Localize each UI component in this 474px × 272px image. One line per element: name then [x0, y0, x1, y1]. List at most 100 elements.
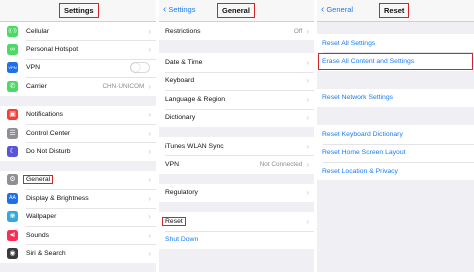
settings-item-label: Display & Brightness [26, 194, 89, 202]
section-gap [317, 22, 474, 34]
settings-item-display-brightness[interactable]: AA Display & Brightness › [0, 189, 156, 208]
reset-all-settings-button[interactable]: Reset All Settings [317, 34, 474, 53]
hotspot-icon: ∞ [7, 44, 18, 56]
general-item-regulatory[interactable]: Regulatory › [159, 183, 314, 203]
reset-home-screen-button[interactable]: Reset Home Screen Layout [317, 143, 474, 162]
general-title: General [217, 3, 255, 18]
general-item-vpn[interactable]: VPN Not Connected › [159, 155, 314, 174]
general-item-language-region[interactable]: Language & Region › [159, 90, 314, 109]
settings-navbar: Settings [0, 0, 156, 22]
settings-item-label: Notifications [26, 111, 64, 119]
section-gap [317, 70, 474, 89]
settings-item-label: Wallpaper [26, 213, 57, 221]
settings-group-notifications: ▣ Notifications › ☰ Control Center › ☾ D… [0, 105, 156, 161]
general-group-reset: Reset › Shut Down [159, 212, 314, 249]
phone-icon: ✆ [7, 80, 18, 92]
chevron-right-icon: › [306, 188, 309, 198]
chevron-right-icon: › [306, 160, 309, 170]
general-item-label: iTunes WLAN Sync [165, 142, 224, 150]
siri-icon: ◉ [7, 247, 18, 259]
general-navbar: ‹ Settings General [159, 0, 314, 22]
chevron-right-icon: › [306, 113, 309, 123]
settings-item-cellular[interactable]: ((·)) Cellular › [0, 22, 156, 41]
control-center-icon: ☰ [7, 127, 18, 139]
wallpaper-icon: ❀ [7, 211, 18, 223]
restrictions-value: Off [293, 27, 303, 35]
settings-item-personal-hotspot[interactable]: ∞ Personal Hotspot › [0, 40, 156, 59]
settings-item-label: Personal Hotspot [26, 46, 79, 54]
reset-group-settings: Reset All Settings Erase All Content and… [317, 34, 474, 71]
settings-item-control-center[interactable]: ☰ Control Center › [0, 123, 156, 143]
chevron-right-icon: › [306, 216, 309, 226]
settings-item-label: Carrier [26, 82, 47, 90]
shut-down-button: Shut Down [165, 236, 199, 244]
general-item-label: Restrictions [165, 27, 201, 35]
chevron-right-icon: › [148, 248, 151, 258]
section-gap [0, 95, 156, 106]
gear-icon: ⚙ [7, 174, 18, 186]
general-item-label: Reset [162, 216, 186, 226]
settings-item-vpn[interactable]: VPN VPN [0, 58, 156, 78]
settings-item-sounds[interactable]: ◀) Sounds › [0, 225, 156, 245]
carrier-value: CHN-UNICOM [102, 82, 145, 90]
settings-item-wallpaper[interactable]: ❀ Wallpaper › [0, 207, 156, 226]
settings-item-do-not-disturb[interactable]: ☾ Do Not Disturb › [0, 142, 156, 161]
back-button[interactable]: ‹ Settings [163, 4, 196, 15]
settings-group-general: ⚙ General › AA Display & Brightness › ❀ … [0, 170, 156, 263]
chevron-left-icon: ‹ [321, 4, 325, 15]
section-gap [159, 126, 314, 137]
vpn-icon: VPN [7, 62, 18, 74]
settings-item-label: Sounds [26, 231, 50, 239]
settings-item-label: VPN [26, 64, 40, 72]
section-gap [0, 160, 156, 171]
reset-item-label: Reset Network Settings [322, 94, 394, 102]
general-item-label: Keyboard [165, 77, 195, 85]
general-item-shut-down[interactable]: Shut Down [159, 230, 314, 249]
general-item-keyboard[interactable]: Keyboard › [159, 71, 314, 91]
settings-title: Settings [59, 3, 99, 18]
section-gap [317, 107, 474, 126]
reset-keyboard-dictionary-button[interactable]: Reset Keyboard Dictionary [317, 125, 474, 144]
erase-all-content-button[interactable]: Erase All Content and Settings [317, 52, 474, 71]
reset-item-label: Erase All Content and Settings [322, 58, 415, 66]
chevron-right-icon: › [148, 193, 151, 203]
chevron-right-icon: › [306, 141, 309, 151]
chevron-right-icon: › [148, 230, 151, 240]
settings-item-label: General [23, 175, 54, 185]
settings-screen: Settings ((·)) Cellular › ∞ Personal Hot… [0, 0, 156, 272]
reset-title: Reset [379, 3, 410, 18]
general-group-sync: iTunes WLAN Sync › VPN Not Connected › [159, 136, 314, 174]
settings-item-notifications[interactable]: ▣ Notifications › [0, 105, 156, 124]
general-item-label: Language & Region [165, 95, 226, 103]
vpn-toggle[interactable] [130, 62, 150, 74]
general-item-restrictions[interactable]: Restrictions Off › [159, 22, 314, 41]
reset-network-settings-button[interactable]: Reset Network Settings [317, 88, 474, 108]
chevron-right-icon: › [148, 147, 151, 157]
settings-item-general[interactable]: ⚙ General › [0, 170, 156, 190]
notifications-icon: ▣ [7, 109, 18, 121]
general-item-date-time[interactable]: Date & Time › [159, 53, 314, 72]
chevron-right-icon: › [148, 81, 151, 91]
general-item-label: Regulatory [165, 189, 198, 197]
settings-item-label: Siri & Search [26, 249, 66, 257]
settings-item-label: Cellular [26, 27, 50, 35]
sounds-icon: ◀) [7, 229, 18, 241]
general-screen: ‹ Settings General Restrictions Off › Dat… [159, 0, 314, 272]
general-item-reset[interactable]: Reset › [159, 212, 314, 231]
reset-item-label: Reset Location & Privacy [322, 167, 398, 175]
screens: Settings ((·)) Cellular › ∞ Personal Hot… [0, 0, 474, 272]
chevron-right-icon: › [306, 58, 309, 68]
chevron-left-icon: ‹ [163, 4, 167, 15]
reset-group-network: Reset Network Settings [317, 88, 474, 108]
general-item-itunes-wlan-sync[interactable]: iTunes WLAN Sync › [159, 136, 314, 156]
back-label: Settings [168, 5, 196, 14]
chevron-right-icon: › [148, 26, 151, 36]
settings-item-siri-search[interactable]: ◉ Siri & Search › [0, 244, 156, 263]
back-button[interactable]: ‹ General [321, 4, 353, 15]
brightness-icon: AA [7, 192, 18, 204]
settings-item-carrier[interactable]: ✆ Carrier CHN-UNICOM › [0, 77, 156, 96]
chevron-right-icon: › [306, 26, 309, 36]
general-item-dictionary[interactable]: Dictionary › [159, 108, 314, 127]
reset-location-privacy-button[interactable]: Reset Location & Privacy [317, 161, 474, 181]
moon-icon: ☾ [7, 146, 18, 158]
